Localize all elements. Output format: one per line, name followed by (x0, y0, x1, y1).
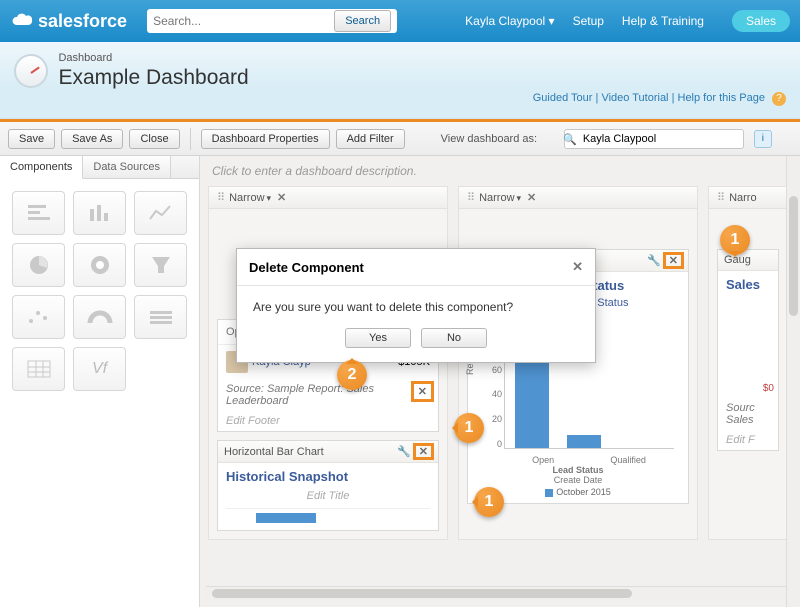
column-width-dropdown[interactable]: Narro (729, 192, 757, 204)
callout-1b: 1 (454, 413, 484, 443)
pie-icon[interactable] (12, 243, 65, 287)
help-links: Guided Tour | Video Tutorial | Help for … (533, 92, 786, 106)
dashboard-description[interactable]: Click to enter a dashboard description. (200, 156, 800, 186)
donut-icon[interactable] (73, 243, 126, 287)
vf-icon[interactable]: Vf (73, 347, 126, 391)
wrench-icon[interactable]: 🔧 (647, 254, 661, 267)
callout-1c: 1 (474, 487, 504, 517)
setup-link[interactable]: Setup (573, 14, 604, 28)
help-training-link[interactable]: Help & Training (622, 14, 704, 28)
callout-1a: 1 (720, 225, 750, 255)
edit-footer[interactable]: Edit F (718, 430, 778, 450)
widget-title[interactable]: Historical Snapshot (226, 469, 430, 484)
component-palette: Vf (0, 179, 199, 403)
column-close-icon[interactable]: ✕ (277, 191, 286, 204)
page-header: Dashboard Example Dashboard (0, 42, 800, 119)
chevron-down-icon: ▾ (549, 14, 555, 28)
column-width-dropdown[interactable]: Narrow (229, 192, 271, 204)
view-as-input[interactable] (564, 129, 744, 149)
video-tutorial-link[interactable]: Video Tutorial (601, 92, 668, 104)
search-input[interactable] (153, 14, 333, 28)
drag-handle-icon[interactable]: ⠿ (217, 191, 225, 204)
info-icon[interactable]: i (754, 130, 772, 148)
vertical-scrollbar[interactable] (786, 156, 800, 607)
column-header: ⠿ Narrow ✕ (459, 187, 697, 209)
widget-delete-icon[interactable]: ✕ (413, 383, 432, 400)
column-width-dropdown[interactable]: Narrow (479, 192, 521, 204)
column-close-icon[interactable]: ✕ (527, 191, 536, 204)
view-as-label: View dashboard as: (441, 133, 537, 145)
close-button[interactable]: Close (129, 129, 179, 149)
wrench-icon[interactable]: 🔧 (397, 445, 411, 458)
edit-title[interactable]: Edit Title (226, 490, 430, 502)
horizontal-scrollbar[interactable] (206, 586, 786, 600)
breadcrumb: Dashboard (58, 52, 248, 64)
search-button[interactable]: Search (334, 10, 391, 32)
dashboard-gauge-icon (14, 54, 48, 88)
x-tick: Open (532, 455, 554, 465)
column-header: ⠿ Narro (709, 187, 787, 209)
guided-tour-link[interactable]: Guided Tour (533, 92, 593, 104)
widget-delete-icon[interactable]: ✕ (415, 445, 432, 458)
metric-icon[interactable] (134, 295, 187, 339)
dialog-close-icon[interactable]: ✕ (572, 259, 583, 275)
add-filter-button[interactable]: Add Filter (336, 129, 405, 149)
global-search[interactable]: Search (147, 9, 397, 33)
main-area: Components Data Sources Vf Click to ente… (0, 156, 800, 607)
vbar-icon[interactable] (73, 191, 126, 235)
x-axis-label: Lead Status (476, 465, 680, 475)
page-title: Example Dashboard (58, 66, 248, 90)
widget-type-label: Horizontal Bar Chart (224, 446, 397, 458)
top-bar: salesforce Search Kayla Claypool ▾ Setup… (0, 0, 800, 42)
help-icon[interactable]: ? (772, 92, 786, 106)
column-1: ⠿ Narrow ✕ Opportunity Owner Sum of Amou… (208, 186, 448, 540)
bar-qualified (567, 435, 601, 448)
chart-legend: October 2015 (476, 487, 680, 497)
no-button[interactable]: No (421, 328, 487, 348)
tab-data-sources[interactable]: Data Sources (83, 156, 171, 178)
table-icon[interactable] (12, 347, 65, 391)
widget-source: Source: Sample Report: Sales Leaderboard (218, 379, 413, 411)
widget-gauge: Gaug Sales $0 Sourc Sales Edit F (717, 249, 779, 451)
hbar-icon[interactable] (12, 191, 65, 235)
dashboard-canvas: Click to enter a dashboard description. … (200, 156, 800, 607)
edit-toolbar: Save Save As Close Dashboard Properties … (0, 122, 800, 156)
widget-title[interactable]: Sales (726, 277, 770, 292)
user-menu[interactable]: Kayla Claypool ▾ (465, 14, 554, 28)
drag-handle-icon[interactable]: ⠿ (717, 191, 725, 204)
widget-historical: Horizontal Bar Chart 🔧 ✕ Historical Snap… (217, 440, 439, 531)
save-button[interactable]: Save (8, 129, 55, 149)
tab-components[interactable]: Components (0, 156, 83, 179)
funnel-icon[interactable] (134, 243, 187, 287)
widget-source: Sourc Sales (718, 398, 778, 430)
save-as-button[interactable]: Save As (61, 129, 123, 149)
help-page-link[interactable]: Help for this Page (678, 92, 765, 104)
bar-preview (256, 513, 316, 523)
column-header: ⠿ Narrow ✕ (209, 187, 447, 209)
scatter-icon[interactable] (12, 295, 65, 339)
widget-delete-icon[interactable]: ✕ (665, 254, 682, 267)
divider (190, 128, 191, 150)
dashboard-properties-button[interactable]: Dashboard Properties (201, 129, 330, 149)
drag-handle-icon[interactable]: ⠿ (467, 191, 475, 204)
dialog-title: Delete Component (249, 260, 364, 275)
left-panel: Components Data Sources Vf (0, 156, 200, 607)
search-icon: 🔍 (563, 134, 577, 146)
callout-2: 2 (337, 360, 367, 390)
left-tabs: Components Data Sources (0, 156, 199, 179)
edit-footer[interactable]: Edit Footer (218, 411, 438, 431)
x-tick: Qualified (610, 455, 646, 465)
salesforce-logo: salesforce (10, 11, 127, 32)
delete-component-dialog: Delete Component ✕ Are you sure you want… (236, 248, 596, 363)
yes-button[interactable]: Yes (345, 328, 411, 348)
gauge-icon[interactable] (73, 295, 126, 339)
x-axis-sublabel: Create Date (476, 475, 680, 485)
app-pill-sales[interactable]: Sales (732, 10, 790, 32)
dialog-message: Are you sure you want to delete this com… (237, 286, 595, 328)
line-icon[interactable] (134, 191, 187, 235)
gauge-value: $0 (763, 383, 774, 394)
